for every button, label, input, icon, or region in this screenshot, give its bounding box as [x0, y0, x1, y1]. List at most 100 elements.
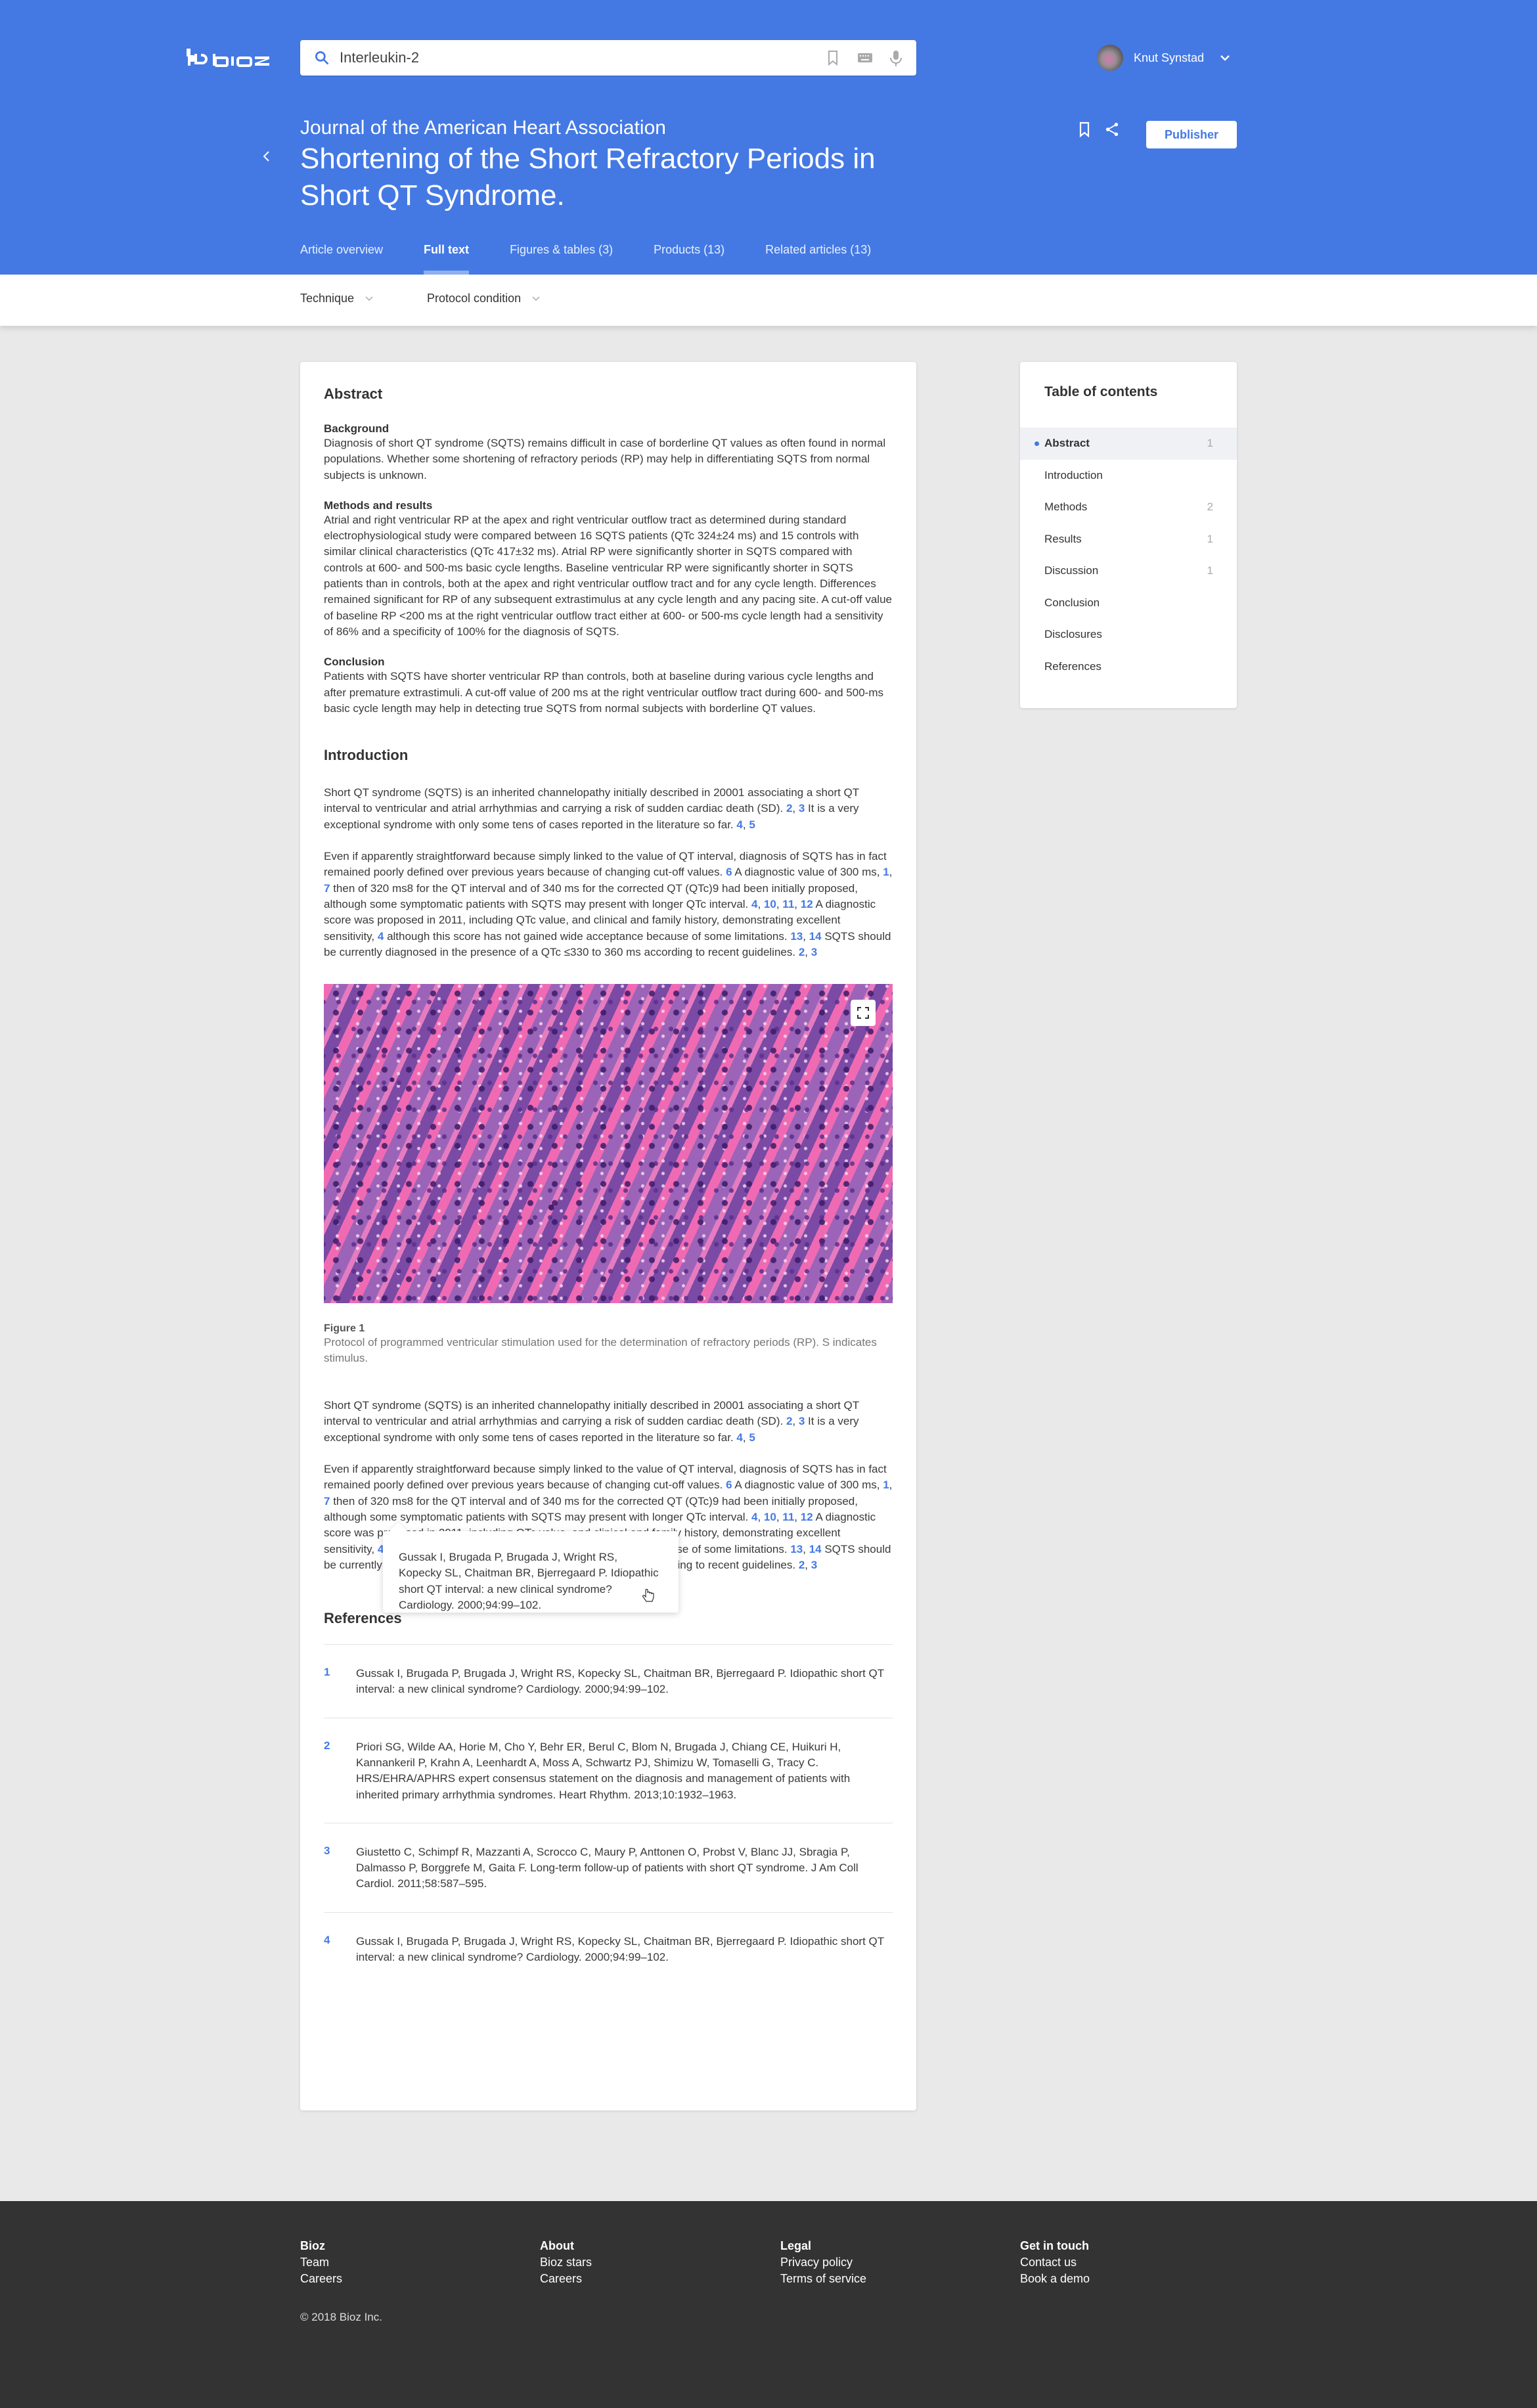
text: Short QT syndrome (SQTS) is an inherited…: [324, 786, 859, 815]
toc-item-label: References: [1044, 659, 1102, 673]
tooltip-text: Gussak I, Brugada P, Brugada J, Wright R…: [399, 1551, 659, 1611]
citation-link[interactable]: 13: [790, 1543, 803, 1555]
citation-link[interactable]: 3: [799, 802, 805, 814]
citation-link[interactable]: 11: [782, 1511, 794, 1523]
intro-paragraph-1: Short QT syndrome (SQTS) is an inherited…: [324, 786, 859, 831]
toc-item-methods[interactable]: Methods 2: [1020, 491, 1237, 524]
citation-link[interactable]: 12: [801, 1511, 813, 1523]
tab-full-text[interactable]: Full text: [424, 243, 470, 275]
figure-image[interactable]: [324, 984, 893, 1304]
citation-link[interactable]: 14: [809, 930, 822, 943]
toc-item-label: Methods: [1044, 501, 1088, 514]
technique-filter-label: Technique: [300, 292, 355, 305]
figure-title: Figure 1: [324, 1323, 365, 1335]
footer-link[interactable]: Privacy policy: [780, 2254, 866, 2271]
site-footer: Bioz Team Careers About Bioz stars Caree…: [0, 2201, 1537, 2408]
toc-item-introduction[interactable]: Introduction: [1020, 460, 1237, 492]
citation-link[interactable]: 3: [811, 1559, 817, 1571]
technique-filter[interactable]: Technique: [300, 292, 374, 305]
citation-link[interactable]: 1: [883, 1479, 889, 1491]
tab-related-articles[interactable]: Related articles (13): [765, 243, 871, 275]
footer-link[interactable]: Careers: [540, 2271, 592, 2287]
citation-link[interactable]: 6: [726, 866, 732, 878]
protocol-condition-filter[interactable]: Protocol condition: [427, 292, 541, 305]
footer-link[interactable]: Careers: [300, 2271, 342, 2287]
bookmark-icon[interactable]: [826, 50, 840, 66]
toc-item-abstract[interactable]: Abstract 1: [1020, 428, 1237, 460]
toc-item-label: Disclosures: [1044, 628, 1102, 641]
table-of-contents: Table of contents Abstract 1 Introductio…: [1020, 362, 1237, 708]
page-title: Shortening of the Short Refractory Perio…: [300, 143, 876, 212]
citation-link[interactable]: 4: [751, 898, 757, 910]
copyright: © 2018 Bioz Inc.: [300, 2311, 382, 2323]
journal-name: Journal of the American Heart Associatio…: [300, 117, 666, 139]
citation-link[interactable]: 13: [790, 930, 803, 943]
user-menu[interactable]: Knut Synstad: [1097, 43, 1230, 72]
footer-link[interactable]: Bioz stars: [540, 2254, 592, 2271]
figure-caption: Protocol of programmed ventricular stimu…: [324, 1336, 877, 1365]
citation-link[interactable]: 5: [749, 1431, 755, 1444]
keyboard-icon[interactable]: [857, 50, 872, 66]
footer-link[interactable]: Contact us: [1020, 2254, 1090, 2271]
tab-figures-tables[interactable]: Figures & tables (3): [510, 243, 613, 275]
citation-link[interactable]: 2: [799, 946, 805, 958]
citation-link[interactable]: 4: [736, 818, 742, 831]
citation-link[interactable]: 10: [764, 1511, 776, 1523]
footer-link[interactable]: Terms of service: [780, 2271, 866, 2287]
citation-tooltip: Gussak I, Brugada P, Brugada J, Wright R…: [383, 1531, 679, 1613]
toc-item-label: Results: [1044, 532, 1082, 545]
citation-link[interactable]: 10: [764, 898, 776, 910]
reference-number[interactable]: 3: [324, 1844, 356, 1892]
toc-item-label: Discussion: [1044, 564, 1099, 577]
toc-item-count: 1: [1207, 437, 1213, 450]
toc-item-disclosures[interactable]: Disclosures: [1020, 619, 1237, 651]
hand-cursor-icon: [642, 1589, 654, 1602]
toc-item-conclusion[interactable]: Conclusion: [1020, 587, 1237, 619]
citation-link[interactable]: 1: [883, 866, 889, 878]
toc-item-results[interactable]: Results 1: [1020, 524, 1237, 556]
citation-link[interactable]: 6: [726, 1479, 732, 1491]
back-icon[interactable]: [260, 150, 273, 163]
conclusion-text: Patients with SQTS have shorter ventricu…: [324, 670, 883, 715]
citation-link[interactable]: 12: [801, 898, 813, 910]
search-input[interactable]: [340, 49, 826, 66]
bioz-logo-icon: [187, 49, 269, 67]
search-bar[interactable]: [300, 40, 916, 76]
citation-link[interactable]: 14: [809, 1543, 822, 1555]
tab-article-overview[interactable]: Article overview: [300, 243, 383, 275]
footer-link[interactable]: Team: [300, 2254, 342, 2271]
reference-text: Gussak I, Brugada P, Brugada J, Wright R…: [356, 1934, 884, 1964]
footer-column-bioz: Bioz Team Careers: [300, 2238, 342, 2287]
article-tabs: Article overview Full text Figures & tab…: [300, 243, 912, 275]
bookmark-icon[interactable]: [1077, 121, 1092, 138]
introduction-heading: Introduction: [324, 747, 409, 764]
chevron-down-icon: [532, 296, 540, 301]
toc-item-references[interactable]: References: [1020, 651, 1237, 683]
reference-number[interactable]: 2: [324, 1739, 356, 1803]
toc-item-discussion[interactable]: Discussion 1: [1020, 555, 1237, 587]
reference-number[interactable]: 4: [324, 1934, 356, 1966]
microphone-icon[interactable]: [889, 50, 903, 66]
citation-link[interactable]: 3: [799, 1415, 805, 1427]
share-icon[interactable]: [1105, 121, 1119, 138]
reference-number[interactable]: 1: [324, 1666, 356, 1698]
citation-link[interactable]: 4: [378, 930, 384, 943]
citation-link[interactable]: 3: [811, 946, 817, 958]
text: A diagnostic value of 300 ms,: [732, 866, 883, 879]
tab-products[interactable]: Products (13): [654, 243, 724, 275]
expand-icon: [857, 1007, 869, 1019]
citation-link[interactable]: 5: [749, 818, 755, 831]
citation-link[interactable]: 2: [799, 1559, 805, 1571]
intro-paragraph-1-repeat: Short QT syndrome (SQTS) is an inherited…: [324, 1399, 859, 1444]
bioz-logo[interactable]: [184, 45, 277, 71]
citation-link[interactable]: 2: [786, 802, 792, 814]
citation-link[interactable]: 11: [782, 898, 794, 910]
publisher-button[interactable]: Publisher: [1146, 121, 1237, 148]
citation-link[interactable]: 4: [751, 1511, 757, 1523]
citation-link[interactable]: 2: [786, 1415, 792, 1427]
expand-figure-button[interactable]: [851, 1000, 876, 1027]
avatar: [1097, 45, 1123, 71]
citation-link[interactable]: 4: [736, 1431, 742, 1444]
footer-link[interactable]: Book a demo: [1020, 2271, 1090, 2287]
reference-item: 4 Gussak I, Brugada P, Brugada J, Wright…: [324, 1911, 893, 1986]
